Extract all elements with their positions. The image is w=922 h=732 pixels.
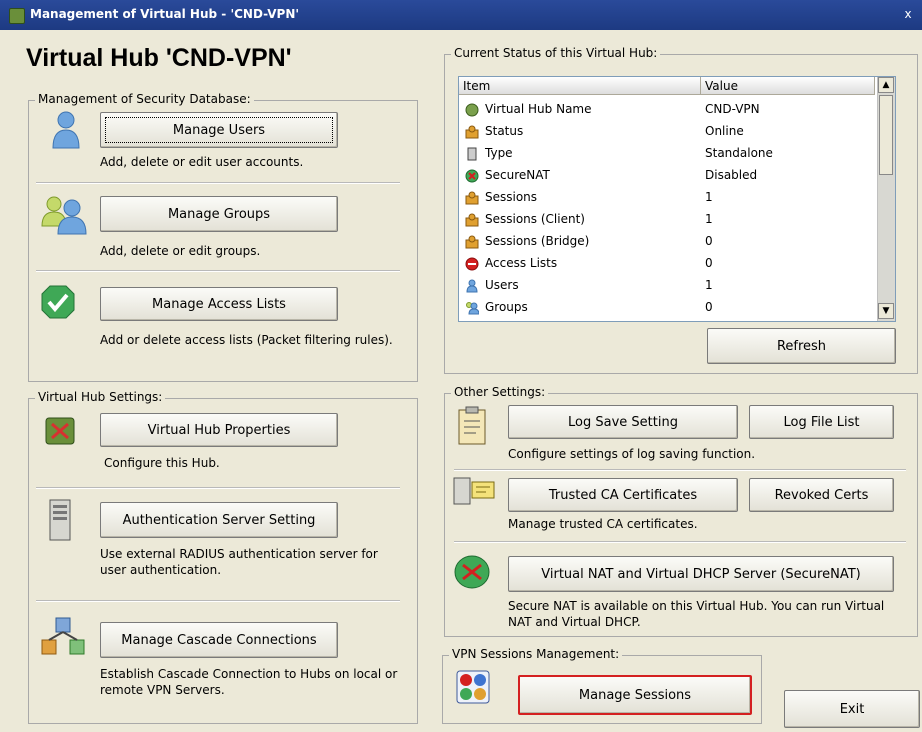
manage-users-button[interactable]: Manage Users bbox=[100, 112, 338, 148]
status-item-name: Sessions (Client) bbox=[485, 212, 585, 226]
trusted-ca-description: Manage trusted CA certificates. bbox=[508, 517, 698, 531]
server-icon bbox=[49, 499, 71, 541]
scroll-down-icon[interactable]: ▼ bbox=[878, 303, 894, 319]
manage-users-description: Add, delete or edit user accounts. bbox=[100, 155, 304, 169]
manage-access-lists-button[interactable]: Manage Access Lists bbox=[100, 287, 338, 321]
list-item[interactable]: Sessions (Bridge) 0 bbox=[459, 231, 873, 253]
no-entry-icon bbox=[465, 257, 479, 271]
manage-access-lists-description: Add or delete access lists (Packet filte… bbox=[100, 333, 393, 347]
hub-properties-button[interactable]: Virtual Hub Properties bbox=[100, 413, 338, 447]
list-item[interactable]: Users 1 bbox=[459, 275, 873, 297]
separator bbox=[36, 182, 400, 184]
status-item-value: Standalone bbox=[705, 146, 773, 160]
user-icon bbox=[52, 111, 80, 149]
checkmark-icon bbox=[41, 285, 75, 319]
status-item-name: Groups bbox=[485, 300, 528, 314]
list-item[interactable]: Type Standalone bbox=[459, 143, 873, 165]
window-title: Management of Virtual Hub - 'CND-VPN' bbox=[30, 7, 300, 21]
revoked-certs-button[interactable]: Revoked Certs bbox=[749, 478, 894, 512]
hub-properties-icon bbox=[45, 417, 75, 445]
securenat-icon bbox=[465, 169, 479, 183]
status-item-value: Online bbox=[705, 124, 744, 138]
status-item-value: 0 bbox=[705, 300, 713, 314]
status-item-name: Users bbox=[485, 278, 519, 292]
hub-icon bbox=[465, 103, 479, 117]
sessions-management-legend: VPN Sessions Management: bbox=[449, 647, 623, 661]
exit-button[interactable]: Exit bbox=[784, 690, 920, 728]
page-title: Virtual Hub 'CND-VPN' bbox=[26, 44, 292, 72]
close-icon[interactable]: x bbox=[900, 6, 916, 22]
status-item-value: 1 bbox=[705, 278, 713, 292]
securenat-description: Secure NAT is available on this Virtual … bbox=[508, 599, 885, 629]
column-header-value[interactable]: Value bbox=[701, 77, 875, 95]
manage-groups-button[interactable]: Manage Groups bbox=[100, 196, 338, 232]
cascade-icon bbox=[41, 617, 85, 655]
log-description: Configure settings of log saving functio… bbox=[508, 447, 756, 461]
authentication-server-button[interactable]: Authentication Server Setting bbox=[100, 502, 338, 538]
router-icon bbox=[454, 555, 490, 589]
group-icon bbox=[41, 196, 87, 235]
list-scrollbar[interactable]: ▲ ▼ bbox=[877, 77, 895, 321]
list-item[interactable]: Sessions (Client) 1 bbox=[459, 209, 873, 231]
current-status-legend: Current Status of this Virtual Hub: bbox=[451, 46, 661, 60]
manage-cascade-description: Establish Cascade Connection to Hubs on … bbox=[100, 667, 398, 697]
list-item[interactable]: Groups 0 bbox=[459, 297, 873, 319]
status-item-name: Status bbox=[485, 124, 524, 138]
sessions-icon bbox=[465, 235, 479, 249]
trusted-ca-button[interactable]: Trusted CA Certificates bbox=[508, 478, 738, 512]
status-item-value: 1 bbox=[705, 190, 713, 204]
other-settings-legend: Other Settings: bbox=[451, 385, 549, 399]
separator bbox=[36, 487, 400, 489]
security-database-legend: Management of Security Database: bbox=[35, 92, 254, 106]
authentication-server-description: Use external RADIUS authentication serve… bbox=[100, 547, 378, 577]
securenat-button[interactable]: Virtual NAT and Virtual DHCP Server (Sec… bbox=[508, 556, 894, 592]
status-item-name: Sessions bbox=[485, 190, 538, 204]
refresh-button[interactable]: Refresh bbox=[707, 328, 896, 364]
sessions-icon bbox=[465, 213, 479, 227]
status-item-name: SecureNAT bbox=[485, 168, 550, 182]
scroll-up-icon[interactable]: ▲ bbox=[878, 77, 894, 93]
list-item[interactable]: SecureNAT Disabled bbox=[459, 165, 873, 187]
column-header-item[interactable]: Item bbox=[459, 77, 701, 95]
status-list[interactable]: Item Value Virtual Hub Name CND-VPN Stat… bbox=[458, 76, 896, 322]
server-icon bbox=[467, 147, 477, 161]
list-item[interactable]: Access Lists 0 bbox=[459, 253, 873, 275]
list-item[interactable]: Virtual Hub Name CND-VPN bbox=[459, 99, 873, 121]
status-item-value: 0 bbox=[705, 256, 713, 270]
manage-groups-description: Add, delete or edit groups. bbox=[100, 244, 261, 258]
sessions-icon bbox=[456, 670, 490, 704]
user-icon bbox=[466, 279, 478, 293]
separator bbox=[36, 270, 400, 272]
hub-properties-description: Configure this Hub. bbox=[104, 456, 220, 470]
status-item-name: Virtual Hub Name bbox=[485, 102, 592, 116]
management-window: Management of Virtual Hub - 'CND-VPN' x … bbox=[0, 0, 922, 732]
status-item-name: Sessions (Bridge) bbox=[485, 234, 590, 248]
scrollbar-thumb[interactable] bbox=[879, 95, 893, 175]
manage-cascade-button[interactable]: Manage Cascade Connections bbox=[100, 622, 338, 658]
manage-sessions-button[interactable]: Manage Sessions bbox=[518, 675, 752, 715]
app-icon bbox=[9, 8, 25, 24]
separator bbox=[454, 541, 906, 543]
log-save-setting-button[interactable]: Log Save Setting bbox=[508, 405, 738, 439]
status-item-value: 0 bbox=[705, 234, 713, 248]
status-item-value: CND-VPN bbox=[705, 102, 760, 116]
status-item-value: Disabled bbox=[705, 168, 758, 182]
certificate-icon bbox=[453, 477, 495, 505]
status-item-name: Access Lists bbox=[485, 256, 558, 270]
status-icon bbox=[465, 125, 479, 139]
status-item-value: 1 bbox=[705, 212, 713, 226]
sessions-icon bbox=[465, 191, 479, 205]
clipboard-icon bbox=[458, 406, 486, 445]
separator bbox=[454, 469, 906, 471]
log-file-list-button[interactable]: Log File List bbox=[749, 405, 894, 439]
title-bar: Management of Virtual Hub - 'CND-VPN' x bbox=[0, 0, 922, 30]
separator bbox=[36, 600, 400, 602]
list-item[interactable]: Status Online bbox=[459, 121, 873, 143]
hub-settings-legend: Virtual Hub Settings: bbox=[35, 390, 166, 404]
status-item-name: Type bbox=[485, 146, 513, 160]
group-icon bbox=[466, 302, 479, 315]
list-item[interactable]: Sessions 1 bbox=[459, 187, 873, 209]
